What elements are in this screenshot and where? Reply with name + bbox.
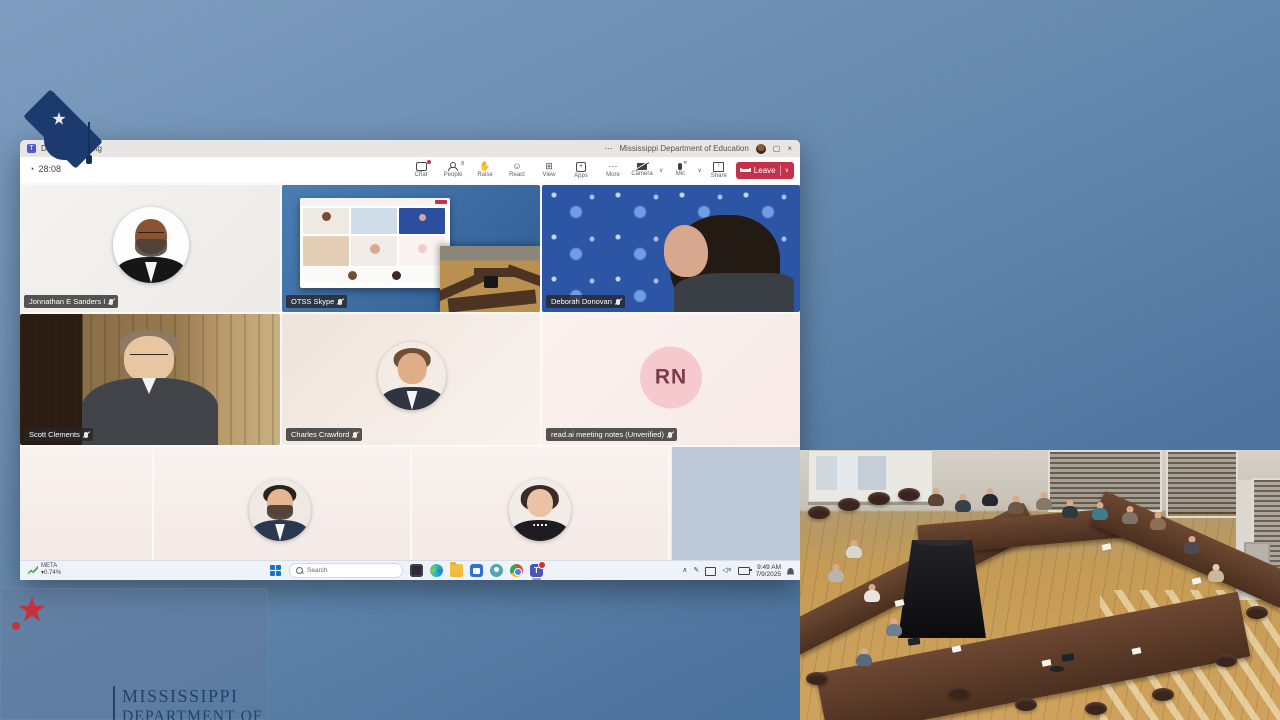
- mic-options-chevron[interactable]: ∨: [697, 167, 701, 174]
- org-name: Mississippi Department of Education: [619, 144, 748, 153]
- stock-symbol: META: [41, 563, 61, 570]
- participant-tile-avatar-female[interactable]: [509, 479, 571, 541]
- apps-button[interactable]: + Apps: [568, 159, 594, 181]
- mic-off-icon: [668, 432, 672, 438]
- participant-name-label: read.ai meeting notes (Unverified): [546, 428, 677, 441]
- stock-chart-icon: [28, 566, 38, 575]
- more-icon: ⋯: [609, 162, 618, 171]
- start-button[interactable]: [270, 565, 282, 577]
- teams-meeting-window: T DSC (public) mtg ⋯ Mississippi Departm…: [20, 140, 800, 580]
- nested-skype-window: [300, 198, 450, 288]
- camera-off-icon: [637, 163, 647, 170]
- taskbar-app-blue[interactable]: [470, 564, 483, 577]
- tray-overflow-caret[interactable]: ∧: [682, 566, 687, 576]
- leave-options-chevron[interactable]: ∨: [785, 167, 789, 174]
- timer-icon: ◔: [29, 165, 34, 174]
- hangup-icon: [741, 169, 750, 172]
- view-button[interactable]: ⊞ View: [536, 159, 562, 181]
- stage-empty-area: [672, 447, 800, 560]
- titlebar-ellipsis[interactable]: ⋯: [604, 144, 612, 153]
- logo-wordmark: MISSISSIPPI DEPARTMENT OF EDUCATION: [122, 686, 263, 720]
- meeting-timer: ◔ 28:08: [29, 164, 61, 174]
- raise-hand-button[interactable]: ✋ Raise: [472, 159, 498, 181]
- people-count: 8: [461, 161, 464, 167]
- tray-battery-icon[interactable]: [738, 567, 750, 575]
- participant-name-label: OTSS Skype: [286, 295, 347, 308]
- participant-name-label: Scott Clements: [24, 428, 93, 441]
- people-button[interactable]: People 8: [440, 159, 466, 181]
- taskbar-app-dark[interactable]: [410, 564, 423, 577]
- search-icon: [296, 567, 303, 574]
- participant-name-label: Deborah Donovan: [546, 295, 625, 308]
- logo-star-icon: [18, 596, 46, 624]
- raise-hand-icon: ✋: [479, 162, 490, 171]
- edge-browser-icon[interactable]: [430, 564, 443, 577]
- leave-button[interactable]: Leave ∨: [736, 162, 794, 179]
- window-blinds: [1166, 450, 1238, 518]
- window-titlebar[interactable]: T DSC (public) mtg ⋯ Mississippi Departm…: [20, 140, 800, 157]
- taskbar-clock[interactable]: 9:49 AM 7/9/2025: [756, 564, 781, 579]
- participant-tile-jonnathan[interactable]: Jonnathan E Sanders I: [20, 185, 280, 312]
- share-button[interactable]: ↑ Share: [706, 159, 732, 181]
- mic-off-icon: [338, 299, 342, 305]
- notification-bell-icon[interactable]: [787, 568, 794, 575]
- meeting-toolbar: ◔ 28:08 Chat People 8 ✋ Raise: [20, 157, 800, 184]
- nested-room-camera: [440, 246, 540, 312]
- participant-row-overflow: [20, 447, 672, 560]
- more-button[interactable]: ⋯ More: [600, 159, 626, 181]
- chat-icon: [416, 162, 427, 171]
- mde-logo-block: MISSISSIPPI DEPARTMENT OF EDUCATION Ensu…: [0, 588, 268, 720]
- react-button[interactable]: ☺ React: [504, 159, 530, 181]
- mic-off-icon: [616, 299, 620, 305]
- apps-icon: +: [576, 162, 586, 172]
- broadcast-frame: T DSC (public) mtg ⋯ Mississippi Departm…: [0, 0, 1280, 720]
- mic-muted-icon: [678, 163, 682, 170]
- meeting-stage: Jonnathan E Sanders I: [20, 183, 800, 560]
- chrome-browser-icon[interactable]: [510, 564, 523, 577]
- restore-window-button[interactable]: ▢: [773, 144, 781, 153]
- taskbar-app-teal[interactable]: [490, 564, 503, 577]
- rn-initials-avatar: RN: [640, 346, 702, 408]
- participant-tile-avatar-male[interactable]: [249, 479, 311, 541]
- view-icon: ⊞: [545, 162, 553, 171]
- participant-tile-readai-notes[interactable]: RN read.ai meeting notes (Unverified): [542, 314, 800, 445]
- participant-name-label: Jonnathan E Sanders I: [24, 295, 118, 308]
- participant-tile-charles[interactable]: Charles Crawford: [282, 314, 540, 445]
- mic-off-icon: [353, 432, 357, 438]
- mic-off-icon: [84, 432, 88, 438]
- taskbar-search-input[interactable]: Search: [289, 563, 403, 578]
- tray-speaker-muted-icon[interactable]: ◁×: [722, 566, 731, 576]
- participant-name-label: Charles Crawford: [286, 428, 362, 441]
- mic-off-icon: [109, 299, 113, 305]
- teams-badge: [538, 561, 546, 569]
- logo-dot: [12, 622, 20, 630]
- tray-pen-icon[interactable]: ✎: [693, 566, 699, 576]
- chat-notification-dot: [427, 160, 431, 164]
- participant-tile-deborah[interactable]: Deborah Donovan: [542, 185, 800, 312]
- taskbar-stock-widget[interactable]: META ▾0.74%: [28, 563, 61, 577]
- participant-tile-scott[interactable]: Scott Clements: [20, 314, 280, 445]
- stock-change: ▾0.74%: [41, 570, 61, 577]
- teams-taskbar-icon[interactable]: T: [530, 564, 543, 577]
- windows-taskbar: META ▾0.74% Search T ∧ ✎: [20, 560, 800, 580]
- draped-equipment-table: [898, 540, 986, 638]
- close-window-button[interactable]: ×: [787, 144, 792, 153]
- teams-app-icon: T: [27, 144, 36, 153]
- people-icon: [448, 162, 459, 171]
- participant-tile-otss-skype-screenshare[interactable]: OTSS Skype: [282, 185, 540, 312]
- react-icon: ☺: [512, 162, 521, 171]
- camera-button[interactable]: Camera: [629, 159, 655, 181]
- tray-cast-icon[interactable]: [705, 567, 716, 576]
- conference-room-camera-view: [800, 450, 1280, 720]
- account-avatar[interactable]: [756, 144, 766, 154]
- camera-options-chevron[interactable]: ∨: [659, 167, 663, 174]
- share-icon: ↑: [713, 162, 724, 172]
- mic-button[interactable]: Mic: [667, 159, 693, 181]
- chat-button[interactable]: Chat: [408, 159, 434, 181]
- file-explorer-icon[interactable]: [450, 564, 463, 577]
